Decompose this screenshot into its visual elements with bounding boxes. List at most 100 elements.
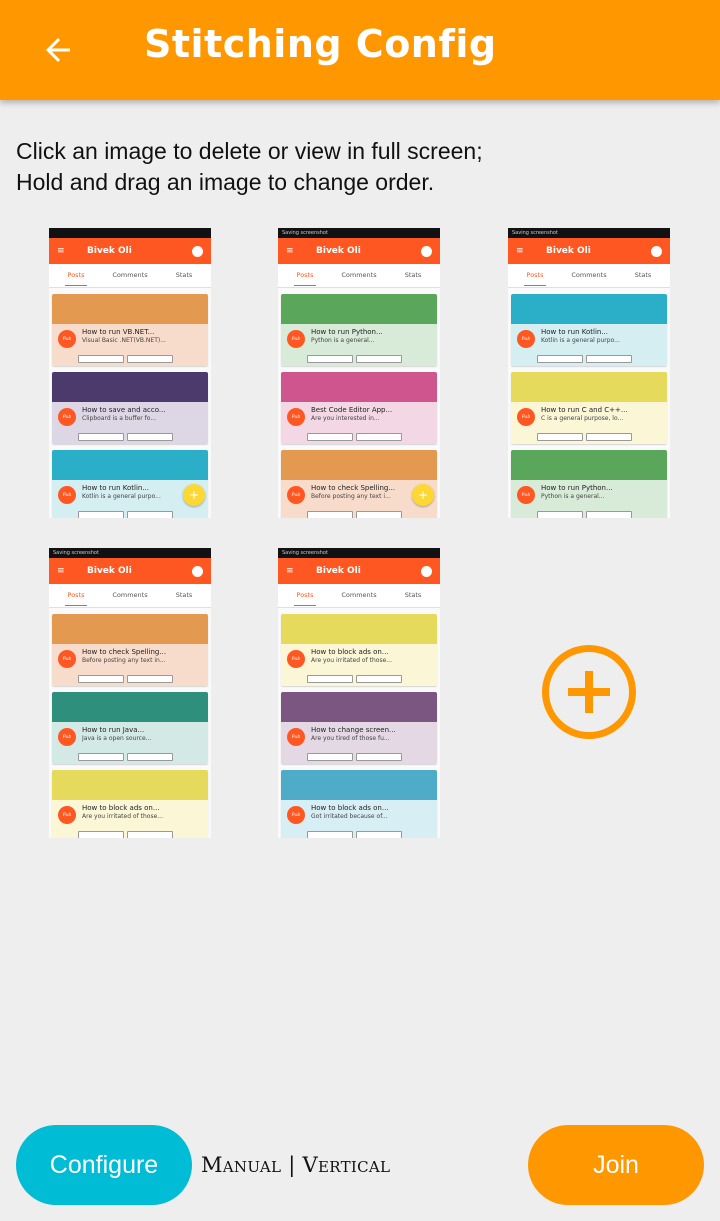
post-info: Pub How to run Python... Python is a gener… bbox=[511, 480, 667, 518]
post-tag bbox=[586, 433, 632, 441]
thumb-post-card: Pub How to run Kotlin... Kotlin is a gener… bbox=[52, 450, 208, 518]
post-tags bbox=[78, 355, 173, 363]
post-tag bbox=[127, 831, 173, 838]
arrow-back-icon bbox=[46, 38, 70, 62]
post-tag bbox=[307, 355, 353, 363]
screenshot-thumbnail[interactable]: Saving screenshot ≡ Bivek Oli Posts Comments… bbox=[508, 228, 670, 518]
thumb-app-bar: ≡ Bivek Oli bbox=[278, 238, 440, 264]
post-title: How to save and acco... bbox=[82, 406, 166, 414]
post-summary: Python is a general... bbox=[541, 493, 605, 500]
post-tag bbox=[127, 753, 173, 761]
post-tag bbox=[127, 511, 173, 518]
post-info: Pub How to run Kotlin... Kotlin is a gener… bbox=[511, 324, 667, 366]
author-logo: Pub bbox=[287, 330, 305, 348]
post-title: How to run Java... bbox=[82, 726, 145, 734]
post-tag bbox=[586, 511, 632, 518]
post-summary: Kotlin is a general purpo... bbox=[541, 337, 620, 344]
post-info: Pub How to run C and C++... C is a general… bbox=[511, 402, 667, 444]
author-logo: Pub bbox=[58, 408, 76, 426]
thumb-status-text: Saving screenshot bbox=[53, 550, 99, 556]
screenshot-thumbnail[interactable]: Saving screenshot ≡ Bivek Oli Posts Comments… bbox=[49, 548, 211, 838]
thumb-app-title: Bivek Oli bbox=[546, 246, 591, 256]
post-tags bbox=[537, 433, 632, 441]
thumb-post-list: Pub How to run Python... Python is a gener… bbox=[278, 294, 440, 518]
account-icon bbox=[421, 245, 432, 257]
post-tags bbox=[78, 433, 173, 441]
post-tag bbox=[356, 433, 402, 441]
app-bar: Stitching Config bbox=[0, 0, 720, 100]
post-tag bbox=[78, 355, 124, 363]
post-tag bbox=[78, 831, 124, 838]
menu-icon: ≡ bbox=[286, 246, 294, 256]
post-tags bbox=[537, 511, 632, 518]
thumb-app-bar: ≡ Bivek Oli bbox=[508, 238, 670, 264]
post-cover bbox=[281, 692, 437, 722]
post-cover bbox=[281, 372, 437, 402]
post-tag bbox=[307, 675, 353, 683]
post-tag bbox=[586, 355, 632, 363]
post-tag bbox=[78, 511, 124, 518]
menu-icon: ≡ bbox=[516, 246, 524, 256]
post-summary: Are you irritated of those... bbox=[82, 813, 163, 820]
post-info: Pub How to run Java... Java is a open sour… bbox=[52, 722, 208, 764]
account-icon bbox=[192, 565, 203, 577]
post-title: How to run Python... bbox=[311, 328, 383, 336]
post-tags bbox=[307, 433, 402, 441]
thumb-status-bar bbox=[49, 228, 211, 238]
screenshot-thumbnail[interactable]: Saving screenshot ≡ Bivek Oli Posts Comments… bbox=[278, 228, 440, 518]
post-tag bbox=[78, 675, 124, 683]
thumb-tab: Stats bbox=[404, 591, 422, 599]
thumb-post-card: Pub How to save and acco... Clipboard is a… bbox=[52, 372, 208, 444]
post-cover bbox=[52, 614, 208, 644]
configure-button[interactable]: Configure bbox=[16, 1125, 192, 1205]
post-cover bbox=[511, 450, 667, 480]
author-logo: Pub bbox=[287, 408, 305, 426]
thumb-tab: Comments bbox=[571, 271, 607, 279]
post-title: How to change screen... bbox=[311, 726, 396, 734]
post-title: Best Code Editor App... bbox=[311, 406, 393, 414]
post-tags bbox=[78, 511, 173, 518]
thumb-status-text: Saving screenshot bbox=[282, 230, 328, 236]
author-logo: Pub bbox=[58, 330, 76, 348]
menu-icon: ≡ bbox=[57, 246, 65, 256]
post-tag bbox=[78, 433, 124, 441]
screenshot-thumbnail[interactable]: ≡ Bivek Oli Posts Comments Stats Pub How to ru… bbox=[49, 228, 211, 518]
author-logo: Pub bbox=[287, 650, 305, 668]
post-summary: Got irritated because of... bbox=[311, 813, 388, 820]
screenshot-thumbnail[interactable]: Saving screenshot ≡ Bivek Oli Posts Comments… bbox=[278, 548, 440, 838]
thumb-post-card: Pub How to change screen... Are you tired … bbox=[281, 692, 437, 764]
thumb-tab: Posts bbox=[278, 584, 332, 607]
back-button[interactable] bbox=[30, 22, 86, 78]
post-tag bbox=[356, 831, 402, 838]
post-tags bbox=[78, 753, 173, 761]
thumb-post-list: Pub How to run VB.NET... Visual Basic .NET… bbox=[49, 294, 211, 518]
thumb-tabs: Posts Comments Stats bbox=[508, 264, 670, 288]
post-tags bbox=[307, 831, 402, 838]
thumb-status-text: Saving screenshot bbox=[282, 550, 328, 556]
account-icon bbox=[651, 245, 662, 257]
thumb-tab: Stats bbox=[175, 271, 193, 279]
post-tag bbox=[537, 433, 583, 441]
post-info: Pub How to run Python... Python is a gener… bbox=[281, 324, 437, 366]
author-logo: Pub bbox=[287, 806, 305, 824]
add-image-button[interactable] bbox=[542, 645, 636, 739]
post-summary: Before posting any text in... bbox=[82, 657, 166, 664]
post-title: How to run VB.NET... bbox=[82, 328, 155, 336]
post-tags bbox=[78, 831, 173, 838]
bottom-bar: Configure Manual | Vertical Join bbox=[0, 1120, 720, 1210]
join-button[interactable]: Join bbox=[528, 1125, 704, 1205]
post-tag bbox=[356, 355, 402, 363]
thumb-post-card: Pub How to check Spelling... Before postin… bbox=[52, 614, 208, 686]
thumb-post-card: Pub How to run C and C++... C is a general… bbox=[511, 372, 667, 444]
menu-icon: ≡ bbox=[286, 566, 294, 576]
thumb-app-bar: ≡ Bivek Oli bbox=[49, 238, 211, 264]
thumb-post-card: Pub How to block ads on... Are you irritat… bbox=[281, 614, 437, 686]
thumb-tab: Stats bbox=[634, 271, 652, 279]
thumb-post-card: Pub How to run Java... Java is a open sour… bbox=[52, 692, 208, 764]
post-title: How to block ads on... bbox=[311, 648, 389, 656]
thumb-fab-add-icon: + bbox=[412, 484, 434, 506]
author-logo: Pub bbox=[517, 486, 535, 504]
post-info: Pub How to block ads on... Are you irritat… bbox=[52, 800, 208, 838]
thumb-tab: Stats bbox=[175, 591, 193, 599]
account-icon bbox=[192, 245, 203, 257]
